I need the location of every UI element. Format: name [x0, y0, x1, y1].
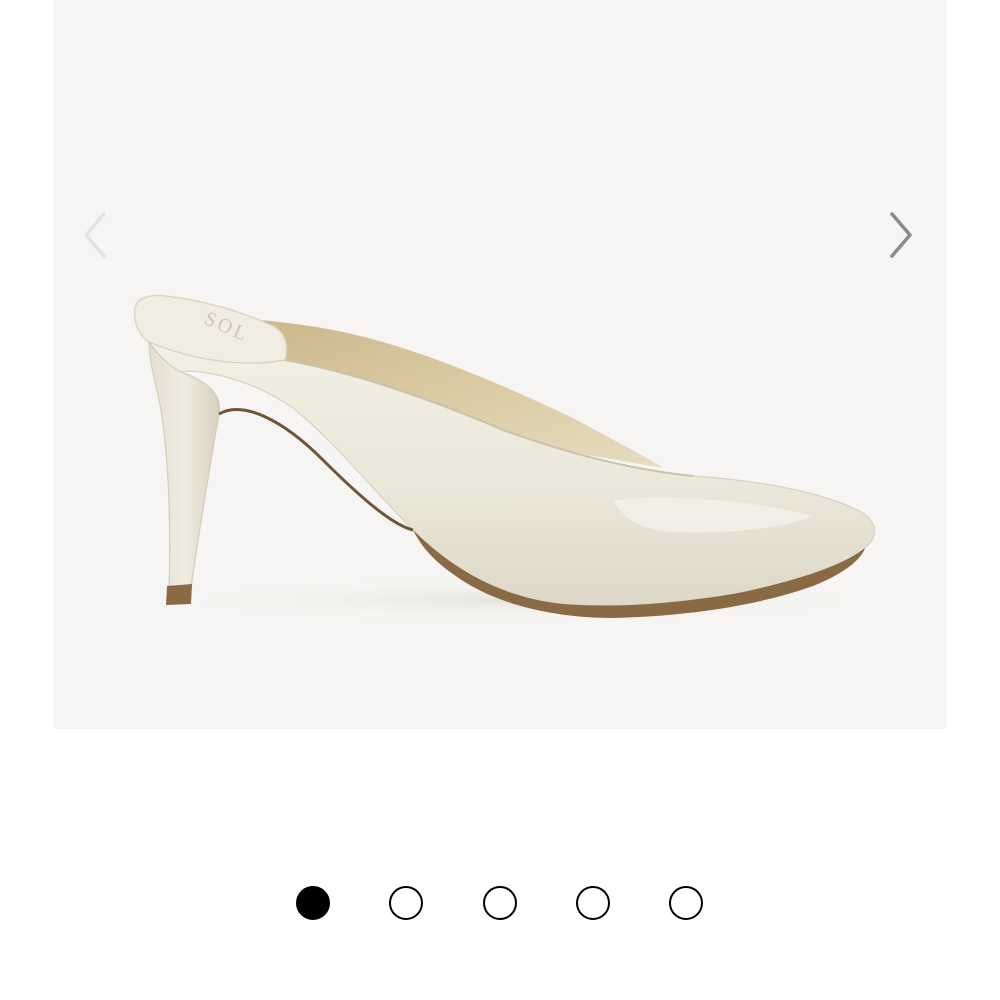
pagination-dot-4[interactable]	[576, 886, 610, 920]
previous-image-button[interactable]	[75, 205, 115, 265]
heel-tip	[166, 584, 192, 605]
product-image: SOL	[133, 294, 883, 622]
image-carousel[interactable]: SOL	[53, 0, 947, 729]
product-gallery-page: SOL	[0, 0, 1000, 1000]
chevron-right-icon	[890, 212, 912, 258]
pagination-dot-1[interactable]	[296, 886, 330, 920]
chevron-left-icon	[84, 212, 106, 258]
shoe-upper	[148, 341, 876, 607]
next-image-button[interactable]	[881, 205, 921, 265]
shoe-stiletto-heel	[148, 340, 221, 591]
carousel-pagination	[0, 884, 1000, 924]
pagination-dot-5[interactable]	[669, 886, 703, 920]
pagination-dot-3[interactable]	[483, 886, 517, 920]
pagination-dot-2[interactable]	[389, 886, 423, 920]
